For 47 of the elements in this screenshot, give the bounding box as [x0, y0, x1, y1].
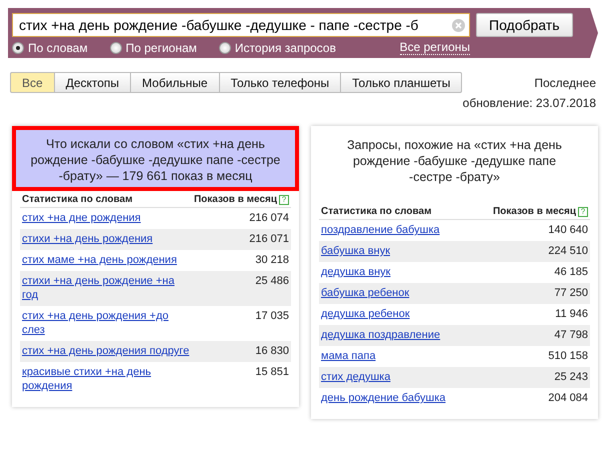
phrase-link[interactable]: дедушка ребенок [321, 307, 470, 321]
phrase-link[interactable]: стих +на дне рождения [22, 211, 190, 225]
phrase-link[interactable]: стих +на день рождения +до слез [22, 309, 190, 337]
count-cell: 204 084 [472, 388, 590, 409]
count-cell: 77 250 [472, 283, 590, 304]
count-cell: 216 074 [192, 208, 291, 229]
count-cell: 25 486 [192, 271, 291, 306]
count-cell: 11 946 [472, 304, 590, 325]
phrase-link[interactable]: дедушка внук [321, 265, 470, 279]
count-cell: 510 158 [472, 346, 590, 367]
phrase-link[interactable]: день рождение бабушка [321, 391, 470, 405]
count-cell: 216 071 [192, 229, 291, 250]
radio-button[interactable] [12, 42, 24, 54]
device-tab[interactable]: Только планшеты [341, 72, 462, 93]
submit-button[interactable]: Подобрать [476, 13, 572, 37]
phrase-link[interactable]: мама папа [321, 349, 470, 363]
search-field[interactable]: стих +на день рождение -бабушке -дедушке - папе -сестре -б [12, 13, 470, 37]
column-header: Показов в месяц [194, 194, 277, 205]
update-date: обновление: 23.07.2018 [462, 95, 596, 112]
phrase-link[interactable]: поздравление бабушка [321, 223, 470, 237]
device-tab[interactable]: Мобильные [131, 72, 220, 93]
count-cell: 224 510 [472, 241, 590, 262]
panel-title: Что искали со словом «стих +на день рождение -бабушке -дедушке папе -сестре -брату» — 179 661 показ в месяц [12, 126, 299, 191]
count-cell: 25 243 [472, 367, 590, 388]
column-header: Статистика по словам [20, 191, 192, 208]
device-tab[interactable]: Десктопы [54, 72, 132, 93]
radio-label[interactable]: По словам [28, 40, 88, 54]
column-header: Статистика по словам [319, 203, 472, 220]
radio-label[interactable]: История запросов [234, 40, 336, 54]
count-cell: 46 185 [472, 262, 590, 283]
count-cell: 17 035 [192, 306, 291, 341]
regions-link[interactable]: Все регионы [400, 40, 470, 55]
device-tab[interactable]: Только телефоны [220, 72, 342, 93]
panel-title: Запросы, похожие на «стих +на день рождение -бабушке -дедушке папе -сестре -брату» [346, 137, 563, 186]
count-cell: 47 798 [472, 325, 590, 346]
update-label: Последнее [533, 75, 596, 92]
radio-button[interactable] [218, 42, 231, 54]
phrase-link[interactable]: красивые стихи +на день рождения [22, 365, 190, 393]
phrase-link[interactable]: стих маме +на день рождения [22, 253, 190, 267]
count-cell: 140 640 [472, 220, 590, 241]
radio-label[interactable]: По регионам [126, 40, 197, 54]
column-header: Показов в месяц [492, 206, 576, 217]
count-cell: 16 830 [192, 341, 291, 362]
radio-button[interactable] [110, 42, 122, 54]
device-tab[interactable]: Все [10, 72, 55, 93]
count-cell: 15 851 [192, 362, 291, 397]
count-cell: 30 218 [192, 250, 291, 271]
